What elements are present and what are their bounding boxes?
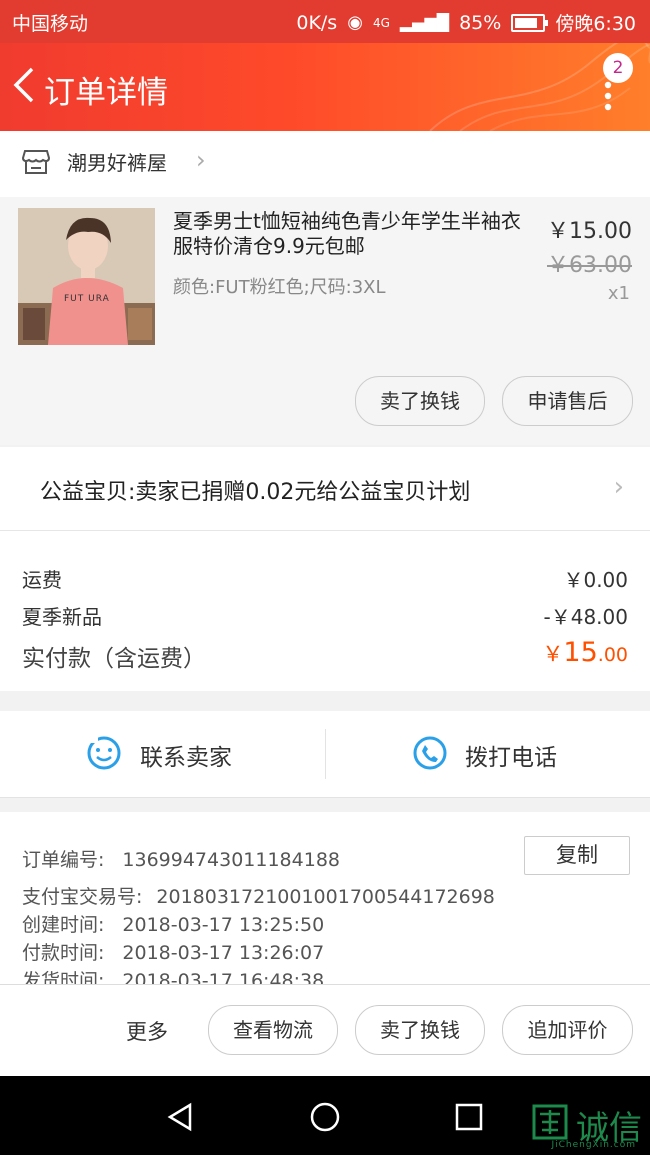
add-review-button[interactable]: 追加评价 [502,1005,633,1055]
shipped-label: 发货时间: [22,970,105,984]
network-speed: 0K/s [296,11,338,34]
product-price: ￥15.00 [547,219,632,244]
divider [325,729,326,779]
chevron-right-icon: › [613,472,624,502]
shop-icon [22,150,50,174]
call-phone-button[interactable]: 拨打电话 [465,738,557,772]
recents-square-icon[interactable] [455,1103,483,1131]
created-time-row: 创建时间: 2018-03-17 13:25:50 [22,910,324,937]
eye-icon: ◉ [347,12,363,33]
paid-value: 2018-03-17 13:26:07 [122,942,325,964]
product-quantity: x1 [607,283,630,304]
product-spec: 颜色:FUT粉红色;尺码:3XL [173,277,386,298]
sell-button[interactable]: 卖了换钱 [355,376,485,426]
created-value: 2018-03-17 13:25:50 [122,914,325,936]
notification-badge: 2 [603,53,633,83]
product-card[interactable]: FUT URA 夏季男士t恤短袖纯色青少年学生半袖衣服特价清仓9.9元包邮 颜色… [0,197,650,445]
shipping-label: 运费 [22,568,62,592]
order-number-row: 订单编号: 136994743011184188 [22,845,340,872]
system-nav-bar: 诚信 JiChengXin.com [0,1076,650,1155]
order-number-value: 136994743011184188 [122,849,340,871]
product-title[interactable]: 夏季男士t恤短袖纯色青少年学生半袖衣服特价清仓9.9元包邮 [173,209,535,259]
order-number-label: 订单编号: [22,849,105,871]
shipping-value: ￥0.00 [563,568,628,592]
battery-percent: 85% [459,11,502,34]
sell-button-bottom[interactable]: 卖了换钱 [355,1005,485,1055]
watermark-site: JiChengXin.com [551,1140,636,1150]
product-photo [18,208,155,345]
back-triangle-icon[interactable] [166,1102,194,1132]
after-sale-button[interactable]: 申请售后 [502,376,633,426]
alipay-value: 2018031721001001700544172698 [156,886,495,908]
shop-row[interactable]: 潮男好裤屋 › [0,131,650,197]
shirt-print: FUT URA [64,294,110,304]
discount-value: -￥48.00 [543,605,628,629]
watermark-logo-icon [532,1104,568,1140]
charity-row[interactable]: 公益宝贝:卖家已捐赠0.02元给公益宝贝计划 › [0,447,650,531]
signal-icon: ▂▄▆█ [399,13,450,32]
product-image[interactable]: FUT URA [18,208,155,345]
chevron-right-icon: › [196,146,206,174]
contact-seller-button[interactable]: 联系卖家 [140,738,232,772]
alipay-label: 支付宝交易号: [22,886,143,908]
status-bar: 中国移动 0K/s ◉ 4G ▂▄▆█ 85% 傍晚6:30 [0,0,650,43]
carrier-label: 中国移动 [12,13,89,35]
total-currency: ￥ [542,642,564,666]
order-info: 订单编号: 136994743011184188 复制 支付宝交易号: 201803… [0,812,650,984]
header-bar: 订单详情 2 [0,43,650,131]
total-decimal: .00 [597,644,628,666]
page-title: 订单详情 [44,75,168,111]
shop-name: 潮男好裤屋 [67,151,167,175]
copy-button[interactable]: 复制 [524,836,630,875]
charity-text: 公益宝贝:卖家已捐赠0.02元给公益宝贝计划 [40,480,471,505]
discount-label: 夏季新品 [22,605,102,629]
contact-bar: 联系卖家 拨打电话 [0,711,650,798]
clock: 傍晚6:30 [555,13,636,35]
more-menu-icon[interactable] [604,81,612,111]
action-bar: 更多 查看物流 卖了换钱 追加评价 [0,984,650,1077]
total-amount: ￥15.00 [542,637,628,668]
view-logistics-button[interactable]: 查看物流 [208,1005,338,1055]
home-circle-icon[interactable] [309,1101,341,1133]
phone-icon[interactable] [412,735,448,771]
alipay-row: 支付宝交易号: 2018031721001001700544172698 [22,882,495,909]
more-button[interactable]: 更多 [126,1016,168,1046]
created-label: 创建时间: [22,914,105,936]
shipped-time-row: 发货时间: 2018-03-17 16:48:38 [22,966,324,984]
shipped-value: 2018-03-17 16:48:38 [122,970,325,984]
original-price: ￥63.00 [547,253,632,278]
chat-smile-icon[interactable] [86,735,122,771]
total-integer: 15 [563,637,598,668]
total-label: 实付款（含运费） [22,646,206,672]
paid-label: 付款时间: [22,942,105,964]
paid-time-row: 付款时间: 2018-03-17 13:26:07 [22,938,324,965]
back-arrow-icon[interactable] [10,65,36,105]
network-type: 4G [372,15,390,30]
fee-summary: 运费 ￥0.00 夏季新品 -￥48.00 实付款（含运费） ￥15.00 [0,531,650,691]
battery-icon [511,13,549,32]
